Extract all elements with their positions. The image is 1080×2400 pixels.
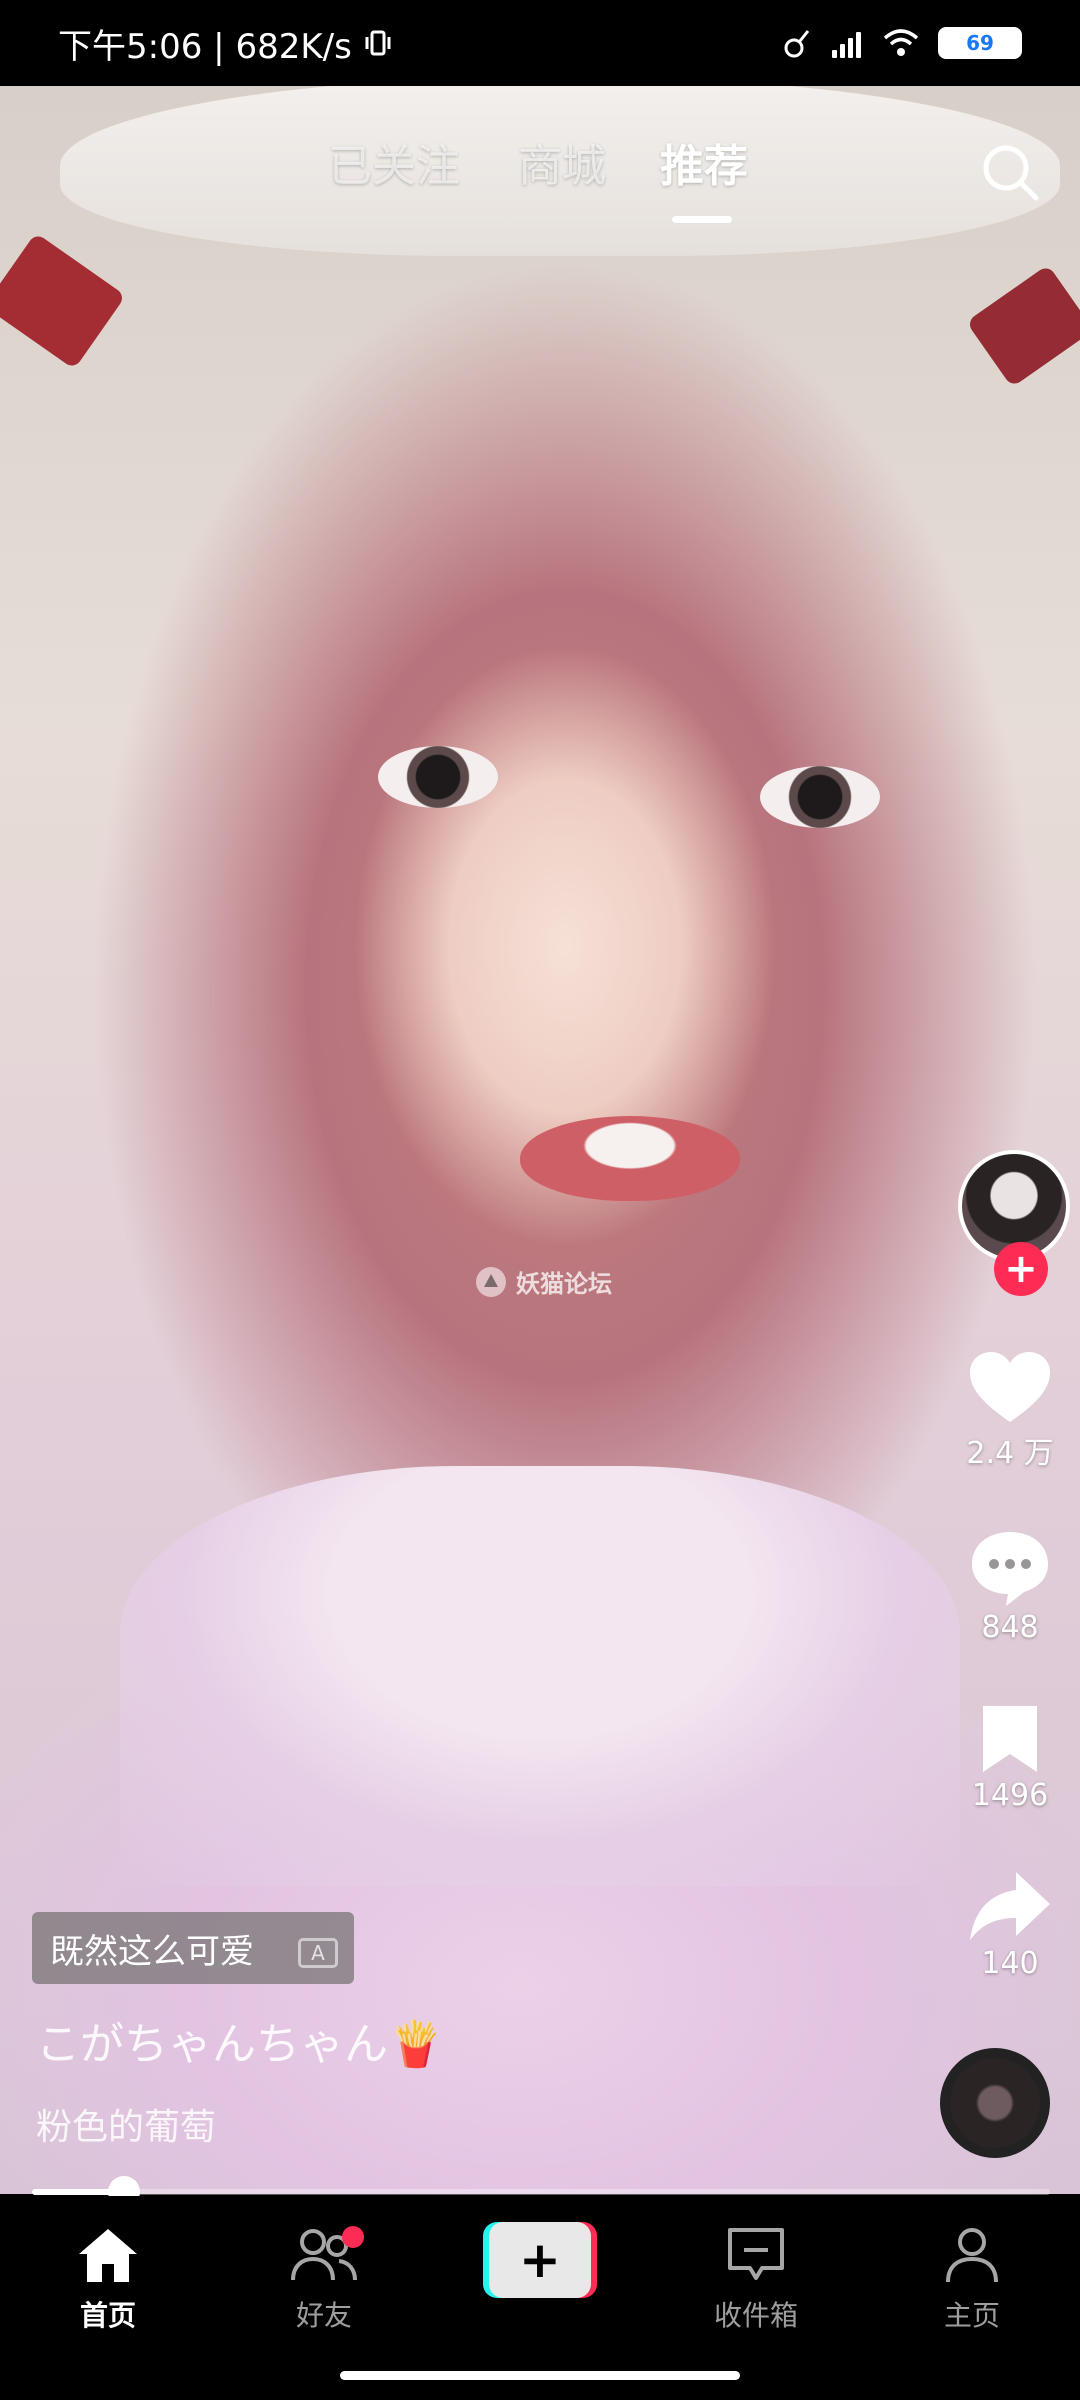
nav-friends[interactable]: 好友: [254, 2226, 394, 2334]
creator-username[interactable]: こがちゃんちゃん🍟: [36, 2008, 443, 2072]
video-collar: [120, 1466, 960, 1886]
favorite-count: 1496: [971, 1778, 1049, 1813]
search-button[interactable]: [970, 132, 1050, 212]
nav-home-label: 首页: [79, 2299, 136, 2332]
nav-inbox[interactable]: 收件箱: [686, 2226, 826, 2334]
video-progress-bar[interactable]: [32, 2176, 1050, 2208]
like-button[interactable]: 2.4 万: [940, 1350, 1080, 1472]
status-net-speed: 682K/s: [235, 26, 352, 67]
comment-button[interactable]: 848: [940, 1528, 1080, 1645]
music-disc-button[interactable]: [940, 2048, 1050, 2158]
video-eye-left: [378, 746, 498, 808]
create-plus-icon: +: [519, 2231, 561, 2289]
video-eye-right: [760, 766, 880, 828]
friends-notification-badge: [342, 2226, 364, 2248]
home-indicator-bar[interactable]: [340, 2371, 740, 2380]
nav-friends-label: 好友: [295, 2299, 352, 2332]
tab-mall[interactable]: 商城: [518, 130, 606, 194]
app-screen: 妖猫论坛 下午5:06 | 682K/s 69 已关注 商城 推荐 + 2.4 …: [0, 0, 1080, 2400]
watermark: 妖猫论坛: [474, 1264, 612, 1299]
signal-icon: [832, 28, 864, 58]
bluetooth-alarm-icon: [784, 30, 810, 58]
nav-inbox-label: 收件箱: [713, 2299, 798, 2332]
nav-profile[interactable]: 主页: [902, 2226, 1042, 2334]
like-count: 2.4 万: [966, 1436, 1054, 1471]
creator-avatar-button[interactable]: +: [958, 1150, 1070, 1296]
tab-following[interactable]: 已关注: [328, 130, 460, 194]
video-ribbon-right: [966, 264, 1080, 388]
inbox-icon: [728, 2228, 784, 2280]
video-ribbon-left: [0, 232, 126, 370]
watermark-logo-icon: [476, 1266, 506, 1297]
watermark-text: 妖猫论坛: [516, 1270, 612, 1298]
video-player[interactable]: 妖猫论坛: [0, 86, 1080, 2194]
wifi-icon: [883, 29, 919, 56]
create-button[interactable]: +: [483, 2222, 597, 2298]
comment-count: 848: [981, 1610, 1039, 1645]
nav-profile-label: 主页: [943, 2299, 1000, 2332]
battery-level: 69: [966, 31, 994, 55]
follow-button[interactable]: +: [994, 1242, 1048, 1296]
home-icon: [79, 2229, 137, 2282]
video-mouth: [520, 1116, 740, 1201]
favorite-button[interactable]: 1496: [940, 1702, 1080, 1813]
search-icon: [983, 145, 1039, 201]
profile-icon: [946, 2228, 998, 2283]
comment-icon: [972, 1532, 1048, 1606]
bottom-navigation: 首页 好友 + 收件箱 主页: [0, 2196, 1080, 2400]
video-description: 粉色的葡萄: [36, 2107, 217, 2148]
status-time: 下午5:06: [58, 26, 203, 67]
top-tab-bar: 已关注 商城 推荐: [0, 130, 1080, 240]
nav-home[interactable]: 首页: [38, 2226, 178, 2334]
tab-recommend[interactable]: 推荐: [660, 130, 748, 194]
topic-tag[interactable]: 既然这么可爱 A: [32, 1912, 354, 1984]
share-count: 140: [981, 1946, 1039, 1981]
vibrate-icon: [365, 30, 391, 55]
bookmark-icon: [983, 1706, 1037, 1772]
battery-indicator: 69: [938, 27, 1022, 59]
share-button[interactable]: 140: [940, 1868, 1080, 1981]
heart-icon: [970, 1352, 1050, 1422]
follow-plus-icon: +: [1004, 1246, 1038, 1292]
active-tab-indicator: [672, 216, 732, 223]
translate-icon[interactable]: A: [298, 1938, 338, 1968]
topic-tag-text: 既然这么可爱: [50, 1931, 254, 1972]
status-bar: 下午5:06 | 682K/s 69: [0, 0, 1080, 86]
share-arrow-icon: [970, 1872, 1050, 1940]
